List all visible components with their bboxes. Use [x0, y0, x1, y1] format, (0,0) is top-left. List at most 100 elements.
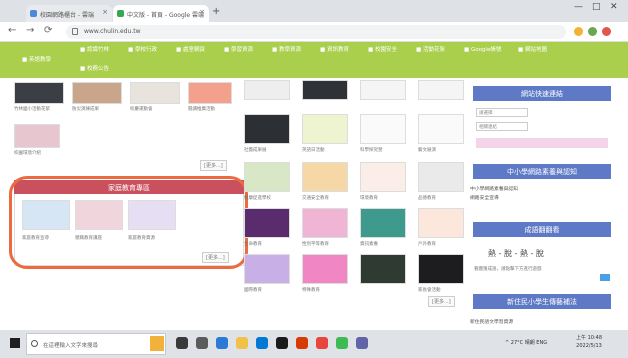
quick-links-select[interactable]: 請選擇	[476, 108, 528, 117]
forward-button[interactable]: →	[26, 25, 34, 36]
widgets-icon[interactable]	[196, 337, 208, 349]
close-window-button[interactable]: ✕	[610, 2, 618, 12]
photo-thumbnail[interactable]	[14, 124, 60, 148]
thumbnail-caption[interactable]: 生命教育	[244, 241, 262, 247]
nav-item[interactable]: ■ 學校行政	[128, 45, 157, 53]
file-explorer-icon[interactable]	[236, 337, 248, 349]
photo-thumbnail[interactable]	[360, 114, 406, 144]
photo-thumbnail[interactable]	[14, 82, 64, 104]
nav-item[interactable]: ■ 活動花絮	[416, 45, 445, 53]
nav-item[interactable]: ■ 教學資源	[272, 45, 301, 53]
thumbnail-caption[interactable]: 交通安全教育	[302, 195, 329, 201]
thumbnail-caption[interactable]: 校園環境介紹	[14, 150, 41, 156]
photo-thumbnail[interactable]	[418, 208, 464, 238]
photo-thumbnail[interactable]	[244, 80, 290, 100]
more-button[interactable]: [更多...]	[428, 296, 455, 307]
photo-thumbnail[interactable]	[360, 208, 406, 238]
internet-literacy-link[interactable]: 中小學網路素養與認知	[470, 185, 518, 192]
profile-avatar[interactable]	[602, 27, 611, 36]
office-icon[interactable]	[296, 337, 308, 349]
thumbnail-caption[interactable]: 健康促進學校	[244, 195, 271, 201]
minimize-button[interactable]: —	[574, 2, 583, 12]
thumbnail-caption[interactable]: 環境教育	[360, 195, 378, 201]
app-icon[interactable]	[356, 337, 368, 349]
photo-thumbnail[interactable]	[360, 80, 406, 100]
tab-label: 校園網路櫃台 - 雲端	[40, 12, 94, 19]
nav-item[interactable]: ■ 英語教學	[22, 55, 51, 63]
nav-item[interactable]: ■ Google帳號	[464, 45, 501, 53]
thumbnail-caption[interactable]: 家長會活動	[418, 287, 441, 293]
thumbnail-caption[interactable]: 英語日活動	[302, 147, 325, 153]
photo-thumbnail[interactable]	[302, 208, 348, 238]
back-button[interactable]: ←	[8, 25, 16, 36]
photo-thumbnail[interactable]	[72, 82, 122, 104]
new-tab-button[interactable]: +	[212, 6, 220, 17]
taskbar-search-input[interactable]: 在這裡輸入文字來搜尋	[26, 333, 166, 355]
photo-thumbnail[interactable]	[360, 162, 406, 192]
clock-date: 2022/5/13	[576, 343, 602, 349]
photo-thumbnail[interactable]	[418, 254, 464, 284]
photo-thumbnail[interactable]	[244, 114, 290, 144]
photo-thumbnail[interactable]	[188, 82, 232, 104]
nav-item[interactable]: ■ 學習資源	[224, 45, 253, 53]
photo-thumbnail[interactable]	[130, 82, 180, 104]
thumbnail-caption[interactable]: 竹林國小活動花絮	[14, 106, 50, 112]
photo-thumbnail[interactable]	[244, 254, 290, 284]
store-icon[interactable]	[256, 337, 268, 349]
thumbnail-caption[interactable]: 品德教育	[418, 195, 436, 201]
thumbnail-caption[interactable]: 校慶運動會	[130, 106, 153, 112]
thumbnail-caption[interactable]: 特殊教育	[302, 287, 320, 293]
photo-thumbnail[interactable]	[418, 162, 464, 192]
photo-thumbnail[interactable]	[302, 80, 348, 100]
nav-item[interactable]: ■ 認識竹林	[80, 45, 109, 53]
task-view-icon[interactable]	[176, 337, 188, 349]
quick-links-select[interactable]: 相關連結	[476, 122, 528, 131]
close-tab-icon[interactable]: ×	[199, 8, 205, 16]
nav-item[interactable]: ■ 處室網頁	[176, 45, 205, 53]
extension-icon[interactable]	[588, 27, 597, 36]
thumbnail-caption[interactable]: 科學探究營	[360, 147, 383, 153]
photo-thumbnail[interactable]	[302, 254, 348, 284]
photo-thumbnail[interactable]	[302, 114, 348, 144]
internet-literacy-header: 中小學網路素養與認知	[473, 164, 611, 179]
more-button[interactable]: [更多...]	[200, 160, 227, 171]
maximize-button[interactable]: □	[592, 2, 601, 12]
edge-icon[interactable]	[216, 337, 228, 349]
nav-item[interactable]: ■ 資訊教育	[320, 45, 349, 53]
photo-thumbnail[interactable]	[302, 162, 348, 192]
app-icon[interactable]	[336, 337, 348, 349]
play-button[interactable]	[600, 274, 610, 281]
photo-thumbnail[interactable]	[244, 162, 290, 192]
new-immigrant-link[interactable]: 新住民語文學習資源	[470, 318, 513, 325]
thumbnail-caption[interactable]: 國際教育	[244, 287, 262, 293]
thumbnail-caption[interactable]: 性別平等教育	[302, 241, 329, 247]
thumbnail-caption[interactable]: 資訊素養	[360, 241, 378, 247]
extension-icon[interactable]	[574, 27, 583, 36]
url-input[interactable]: www.chulin.edu.tw	[66, 25, 566, 39]
thumbnail-caption[interactable]: 社團成果展	[244, 147, 267, 153]
browser-tab-2[interactable]: 中文版 - 首頁 - Google 雲端 ×	[113, 5, 209, 22]
nav-item[interactable]: ■ 校園安全	[368, 45, 397, 53]
photo-thumbnail[interactable]	[244, 208, 290, 238]
thumbnail-caption[interactable]: 閱讀推廣活動	[188, 106, 215, 112]
nav-item[interactable]: ■ 網站地圖	[518, 45, 547, 53]
browser-tab-1[interactable]: 校園網路櫃台 - 雲端 ×	[26, 5, 112, 22]
system-tray[interactable]: ^ 27°C 晴朗 ENG	[505, 339, 547, 346]
photo-thumbnail[interactable]	[418, 80, 464, 100]
thumbnail-caption[interactable]: 防災演練成果	[72, 106, 99, 112]
reload-button[interactable]: ⟳	[44, 25, 52, 36]
windows-start-icon[interactable]	[10, 338, 20, 348]
photo-thumbnail[interactable]	[418, 114, 464, 144]
internet-literacy-link[interactable]: 網路安全宣導	[470, 194, 499, 201]
photo-thumbnail[interactable]	[360, 254, 406, 284]
thumbnail-caption[interactable]: 戶外教育	[418, 241, 436, 247]
new-immigrant-header: 新住民小學生傳藝補法	[473, 294, 611, 309]
close-tab-icon[interactable]: ×	[102, 8, 108, 16]
idiom-puzzle-text: 熱 - 脫 - 熱 - 脫	[488, 249, 544, 258]
thumbnail-caption[interactable]: 藝文展演	[418, 147, 436, 153]
taskbar-clock[interactable]: 上午 10:48 2022/5/13	[576, 334, 602, 350]
chrome-icon[interactable]	[316, 337, 328, 349]
nav-item[interactable]: ■ 校務公告	[80, 64, 109, 72]
weather-widget-icon[interactable]	[150, 336, 164, 351]
app-icon[interactable]	[276, 337, 288, 349]
